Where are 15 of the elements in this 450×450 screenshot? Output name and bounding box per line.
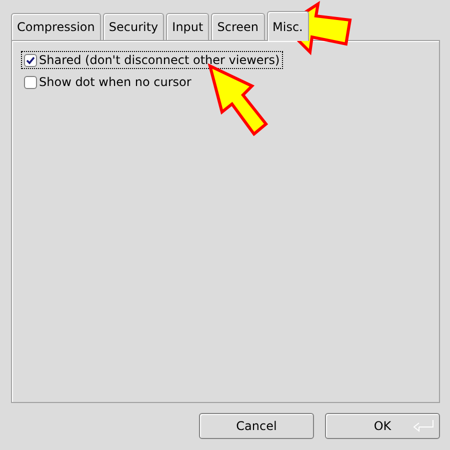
checkbox[interactable] (24, 76, 37, 88)
option-label: Show dot when no cursor (39, 75, 192, 89)
cancel-button[interactable]: Cancel (199, 413, 314, 439)
checkbox-option[interactable]: Show dot when no cursor (21, 73, 194, 91)
tab[interactable]: Misc. (266, 11, 309, 41)
checkbox[interactable] (24, 54, 37, 66)
ok-button[interactable]: OK (325, 413, 440, 439)
option-label: Shared (don't disconnect other viewers) (39, 53, 280, 67)
tab[interactable]: Input (166, 13, 210, 40)
check-icon (26, 56, 35, 64)
tab[interactable]: Screen (211, 13, 264, 40)
tab[interactable]: Compression (11, 13, 101, 40)
tab[interactable]: Security (102, 13, 164, 40)
enter-icon (413, 419, 435, 433)
checkbox-option[interactable]: Shared (don't disconnect other viewers) (21, 51, 283, 69)
